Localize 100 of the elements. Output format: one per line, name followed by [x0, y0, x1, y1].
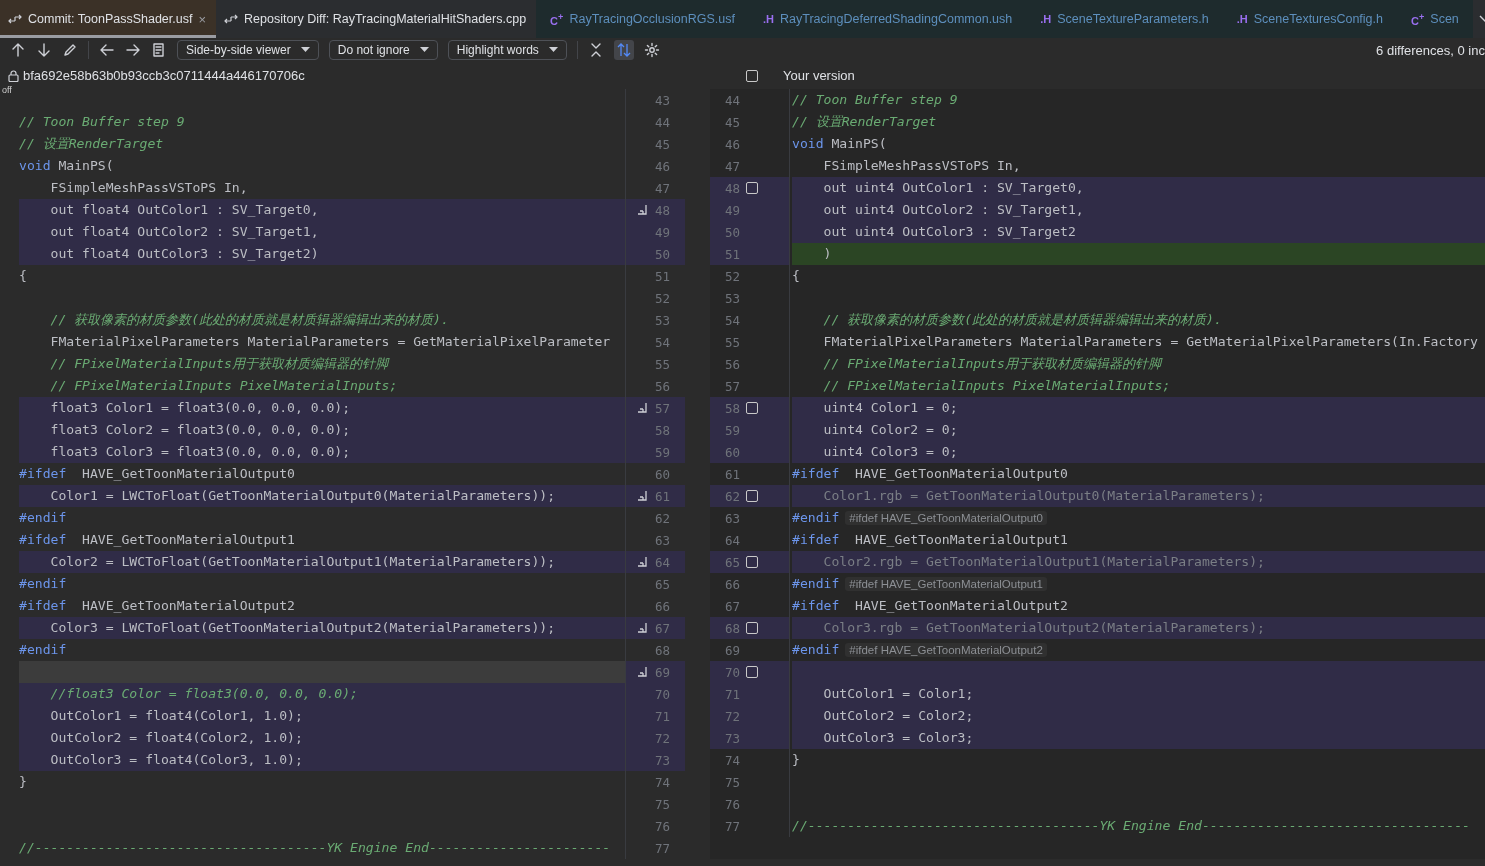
- code-line: // 设置RenderTarget: [792, 113, 938, 131]
- line-number: 47: [723, 158, 740, 174]
- code-line: //-------------------------------------YK Engine End-----------------------: [19, 839, 612, 857]
- dropdown[interactable]: Highlight words: [447, 40, 567, 60]
- inlay-hint: #ifdef HAVE_GetToonMaterialOutput1: [845, 577, 1047, 591]
- fold-label: off: [2, 85, 12, 95]
- code-line: // FPixelMaterialInputs PixelMaterialInputs;: [49, 377, 399, 395]
- settings-icon[interactable]: [643, 42, 660, 58]
- line-number: 74: [723, 752, 740, 768]
- code-line: // 设置RenderTarget: [19, 135, 165, 153]
- line-number: 61: [723, 466, 740, 482]
- caret-icon: [300, 47, 310, 53]
- file-type-icon: .H: [1040, 13, 1052, 25]
- code-line: #endif #ifdef HAVE_GetToonMaterialOutput2: [792, 639, 1485, 661]
- line-number: 72: [723, 708, 740, 724]
- line-number: 43: [654, 92, 670, 108]
- code-line: #ifdef HAVE_GetToonMaterialOutput0: [792, 465, 1069, 483]
- code-line: FSimpleMeshPassVSToPS In,: [49, 179, 249, 197]
- change-checkbox[interactable]: [746, 402, 758, 414]
- line-number: 66: [723, 576, 740, 592]
- select-all-checkbox[interactable]: [746, 69, 758, 82]
- apply-change-icon[interactable]: [636, 556, 649, 568]
- code-line: // FPixelMaterialInputs PixelMaterialInputs;: [822, 377, 1172, 395]
- line-number: 54: [723, 312, 740, 328]
- code-line: FMaterialPixelParameters MaterialParameters = GetMaterialPixelParameters(In.Factory: [822, 333, 1479, 351]
- line-number: 49: [723, 202, 740, 218]
- line-number: 74: [654, 774, 670, 790]
- code-line: #endif: [19, 641, 68, 659]
- line-number: 51: [654, 268, 670, 284]
- line-number: 55: [654, 356, 670, 372]
- line-number: 44: [654, 114, 670, 130]
- code-line: // Toon Buffer step 9: [19, 113, 186, 131]
- line-number: 53: [723, 290, 740, 306]
- apply-change-icon[interactable]: [636, 666, 649, 678]
- editor-tab[interactable]: .H RayTracingDeferredShadingCommon.ush: [749, 0, 1027, 38]
- code-line: #ifdef HAVE_GetToonMaterialOutput2: [19, 597, 296, 615]
- line-number: 60: [723, 444, 740, 460]
- line-number: 52: [723, 268, 740, 284]
- code-line: {: [19, 267, 28, 285]
- code-line: // FPixelMaterialInputs用于获取材质编辑器的针脚: [49, 355, 391, 373]
- line-number: 59: [654, 444, 670, 460]
- arrow-left-icon[interactable]: [99, 42, 115, 58]
- dropdown[interactable]: Do not ignore: [328, 40, 438, 60]
- editor-tab[interactable]: .H SceneTexturesConfig.h: [1222, 0, 1397, 38]
- code-line: // Toon Buffer step 9: [792, 91, 959, 109]
- code-line: #endif #ifdef HAVE_GetToonMaterialOutput0: [792, 507, 1485, 529]
- editor-tab[interactable]: C$^{+}$ Scen: [1397, 0, 1473, 38]
- pane-title: Your version: [783, 68, 855, 83]
- arrow-right-icon[interactable]: [125, 42, 141, 58]
- line-number: 48: [654, 202, 670, 218]
- arrow-up-icon[interactable]: [10, 42, 26, 58]
- apply-change-icon[interactable]: [636, 204, 649, 216]
- file-type-icon: C$^{+}$: [550, 11, 564, 27]
- line-number: 68: [723, 620, 740, 636]
- line-number: 68: [654, 642, 670, 658]
- document-icon[interactable]: [151, 42, 167, 58]
- apply-change-icon[interactable]: [636, 490, 649, 502]
- line-number: 71: [723, 686, 740, 702]
- code-line: void MainPS(: [19, 157, 115, 175]
- change-checkbox[interactable]: [746, 622, 758, 634]
- editor-tab[interactable]: C$^{+}$ RayTracingOcclusionRGS.usf: [536, 0, 749, 38]
- line-number: 76: [723, 796, 740, 812]
- file-type-icon: .H: [1236, 13, 1248, 25]
- line-number: 58: [654, 422, 670, 438]
- change-checkbox[interactable]: [746, 182, 758, 194]
- line-number: 50: [723, 224, 740, 240]
- line-number: 65: [654, 576, 670, 592]
- apply-change-icon[interactable]: [636, 622, 649, 634]
- line-number: 52: [654, 290, 670, 306]
- line-number: 56: [723, 356, 740, 372]
- change-checkbox[interactable]: [746, 666, 758, 678]
- change-checkbox[interactable]: [746, 556, 758, 568]
- line-number: 67: [723, 598, 740, 614]
- line-number: 62: [654, 510, 670, 526]
- line-number: 49: [654, 224, 670, 240]
- code-line: // 获取像素的材质参数(此处的材质就是材质辑器编辑出来的材质).: [49, 311, 450, 329]
- revision-hash: bfa692e58b63b0b93ccb3c0711444a446170706c: [23, 68, 305, 83]
- line-number: 57: [654, 400, 670, 416]
- code-line: #endif #ifdef HAVE_GetToonMaterialOutput1: [792, 573, 1485, 595]
- line-number: 59: [723, 422, 740, 438]
- line-number: 69: [654, 664, 670, 680]
- code-line: FMaterialPixelParameters MaterialParameters = GetMaterialPixelParameter: [49, 333, 612, 351]
- line-number: 70: [723, 664, 740, 680]
- line-number: 65: [723, 554, 740, 570]
- close-icon[interactable]: ×: [198, 11, 207, 27]
- pencil-icon[interactable]: [62, 42, 78, 58]
- sync-scroll-toggle[interactable]: [613, 40, 634, 60]
- arrow-down-icon[interactable]: [36, 42, 52, 58]
- line-number: 47: [654, 180, 670, 196]
- dropdown[interactable]: Side-by-side viewer: [177, 40, 319, 60]
- file-type-icon: .H: [763, 13, 774, 25]
- line-number: 71: [654, 708, 670, 724]
- code-line: #ifdef HAVE_GetToonMaterialOutput1: [792, 531, 1069, 549]
- file-type-icon: C$^{+}$: [1411, 11, 1425, 27]
- apply-change-icon[interactable]: [636, 402, 649, 414]
- line-number: 76: [654, 818, 670, 834]
- line-number: 54: [654, 334, 670, 350]
- editor-tab[interactable]: Commit: ToonPassShader.usf ×: [0, 0, 217, 38]
- editor-tab[interactable]: .H SceneTextureParameters.h: [1026, 0, 1223, 38]
- change-checkbox[interactable]: [746, 490, 758, 502]
